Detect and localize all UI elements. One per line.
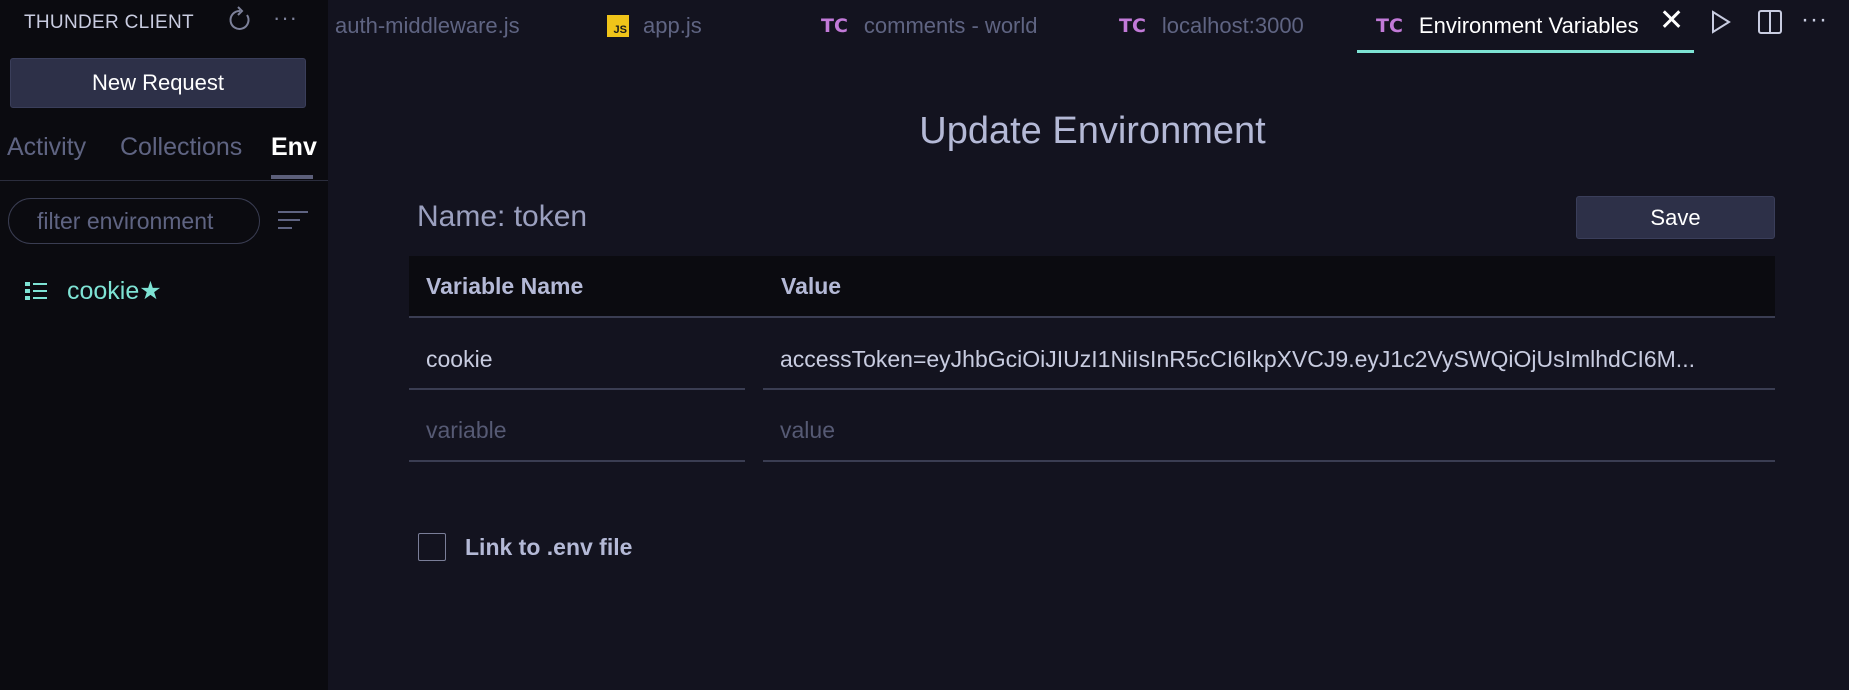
tab-activity[interactable]: Activity	[7, 133, 86, 162]
active-tab-indicator	[271, 175, 313, 179]
tab-label: Environment Variables	[1418, 13, 1639, 38]
new-variable-input[interactable]	[409, 400, 745, 462]
split-editor-icon[interactable]	[1756, 8, 1784, 36]
editor-tab-bar: auth-middleware.js JS app.js TC comments…	[328, 0, 1849, 54]
sort-icon[interactable]	[276, 208, 310, 234]
run-icon[interactable]	[1709, 8, 1733, 36]
tab-env[interactable]: Env	[271, 133, 317, 162]
more-icon[interactable]: ···	[273, 7, 298, 29]
refresh-icon[interactable]	[226, 6, 254, 34]
thunder-client-icon: TC	[1376, 15, 1403, 37]
tab-auth-middleware[interactable]: auth-middleware.js	[335, 0, 520, 52]
tab-label: localhost:3000	[1161, 13, 1304, 38]
sidebar-header: THUNDER CLIENT ···	[0, 0, 328, 44]
env-list-item[interactable]: cookie★	[0, 272, 328, 312]
tab-app-js[interactable]: JS app.js	[607, 0, 702, 52]
link-env-checkbox[interactable]	[418, 533, 446, 561]
save-button[interactable]: Save	[1576, 196, 1775, 239]
variables-table-header: Variable Name Value	[409, 256, 1775, 318]
filter-environment-input[interactable]	[8, 198, 260, 244]
thunder-client-icon: TC	[1119, 15, 1146, 37]
active-tab-indicator	[1357, 50, 1694, 53]
new-request-button[interactable]: New Request	[10, 58, 306, 108]
more-actions-icon[interactable]: ···	[1801, 6, 1828, 34]
tab-label: auth-middleware.js	[335, 13, 520, 38]
variable-name-cell[interactable]: cookie	[409, 328, 745, 390]
tab-label: app.js	[643, 13, 702, 38]
header-value: Value	[781, 273, 842, 299]
thunder-client-icon: TC	[821, 15, 848, 37]
js-file-icon: JS	[607, 15, 629, 37]
variable-value-cell[interactable]: accessToken=eyJhbGciOiJIUzI1NiIsInR5cCI6…	[763, 328, 1775, 390]
page-title: Update Environment	[919, 110, 1266, 152]
close-icon[interactable]: ✕	[1659, 6, 1684, 36]
link-env-label: Link to .env file	[465, 534, 633, 560]
environment-name-label: Name: token	[417, 200, 588, 233]
new-value-input[interactable]	[763, 400, 1775, 462]
tab-collections[interactable]: Collections	[120, 133, 242, 162]
tab-label: comments - world	[863, 13, 1038, 38]
tab-localhost[interactable]: TC localhost:3000	[1119, 0, 1304, 52]
tab-environment-variables[interactable]: TC Environment Variables	[1376, 0, 1639, 52]
tab-comments-world[interactable]: TC comments - world	[821, 0, 1038, 52]
header-variable-name: Variable Name	[426, 273, 584, 299]
list-icon	[25, 282, 47, 300]
sidebar-title: THUNDER CLIENT	[24, 12, 194, 33]
env-name: cookie★	[67, 277, 162, 305]
sidebar: THUNDER CLIENT ··· New Request Activity …	[0, 0, 328, 690]
sidebar-tabs: Activity Collections Env	[0, 120, 328, 181]
